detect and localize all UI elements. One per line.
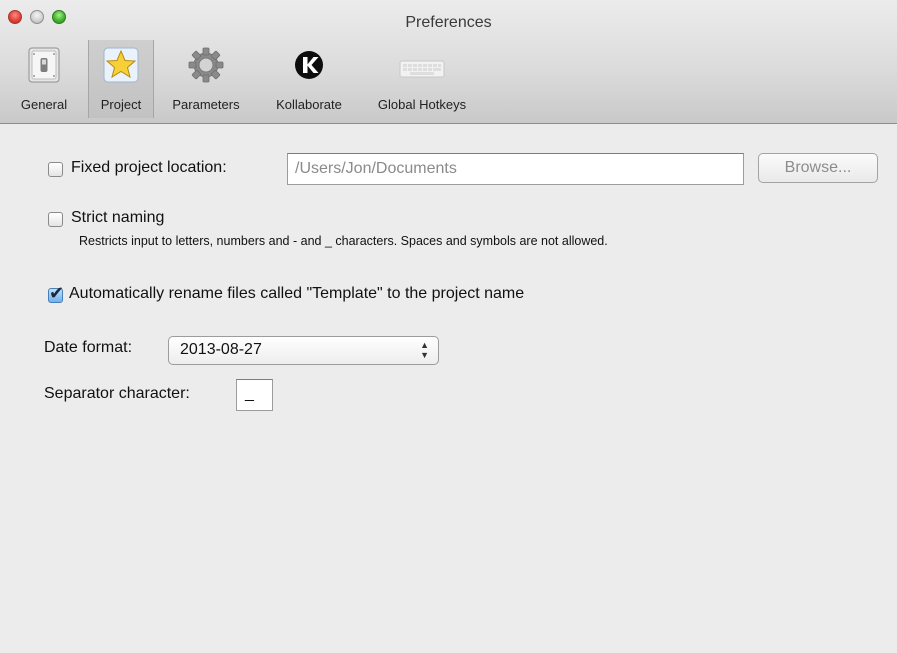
strict-naming-checkbox[interactable] xyxy=(48,212,63,227)
browse-button[interactable]: Browse... xyxy=(758,153,878,183)
tab-global-hotkeys-label: Global Hotkeys xyxy=(377,97,467,112)
tab-general-label: General xyxy=(20,97,68,112)
strict-naming-label: Strict naming xyxy=(71,209,165,226)
kollaborate-logo-icon xyxy=(289,45,329,85)
fixed-project-location-label: Fixed project location: xyxy=(71,159,227,176)
tab-kollaborate-label: Kollaborate xyxy=(276,97,342,112)
project-location-path-field[interactable]: /Users/Jon/Documents xyxy=(287,153,744,185)
date-format-value: 2013-08-27 xyxy=(180,341,262,358)
fixed-project-location-checkbox[interactable] xyxy=(48,162,63,177)
date-format-label: Date format: xyxy=(44,339,133,356)
window-title: Preferences xyxy=(405,14,492,31)
tab-parameters[interactable]: Parameters xyxy=(158,40,254,118)
auto-rename-checkbox[interactable]: ✔ xyxy=(48,283,64,304)
checkmark-icon: ✔ xyxy=(49,283,65,304)
tab-project[interactable]: Project xyxy=(88,40,154,118)
auto-rename-label: Automatically rename files called "Templ… xyxy=(69,285,525,302)
switch-icon xyxy=(24,45,64,85)
gear-icon xyxy=(186,45,226,85)
tab-general[interactable]: General xyxy=(2,40,86,118)
separator-character-label: Separator character: xyxy=(44,385,190,402)
preferences-window: Preferences General Project Parameters K… xyxy=(0,0,897,653)
separator-character-field[interactable]: _ xyxy=(236,379,273,411)
tab-project-label: Project xyxy=(100,97,142,112)
tab-parameters-label: Parameters xyxy=(172,97,240,112)
date-format-popup[interactable]: 2013-08-27 ▲ ▼ xyxy=(168,336,439,365)
tab-global-hotkeys[interactable]: Global Hotkeys xyxy=(362,40,482,118)
tab-kollaborate[interactable]: Kollaborate xyxy=(260,40,358,118)
star-icon xyxy=(101,45,141,85)
project-preferences-pane: Fixed project location: /Users/Jon/Docum… xyxy=(0,124,897,653)
keyboard-icon xyxy=(398,45,446,85)
popup-arrows-icon: ▲ ▼ xyxy=(420,340,429,360)
title-toolbar-bar: Preferences General Project Parameters K… xyxy=(0,0,897,124)
strict-naming-description: Restricts input to letters, numbers and … xyxy=(79,234,608,248)
